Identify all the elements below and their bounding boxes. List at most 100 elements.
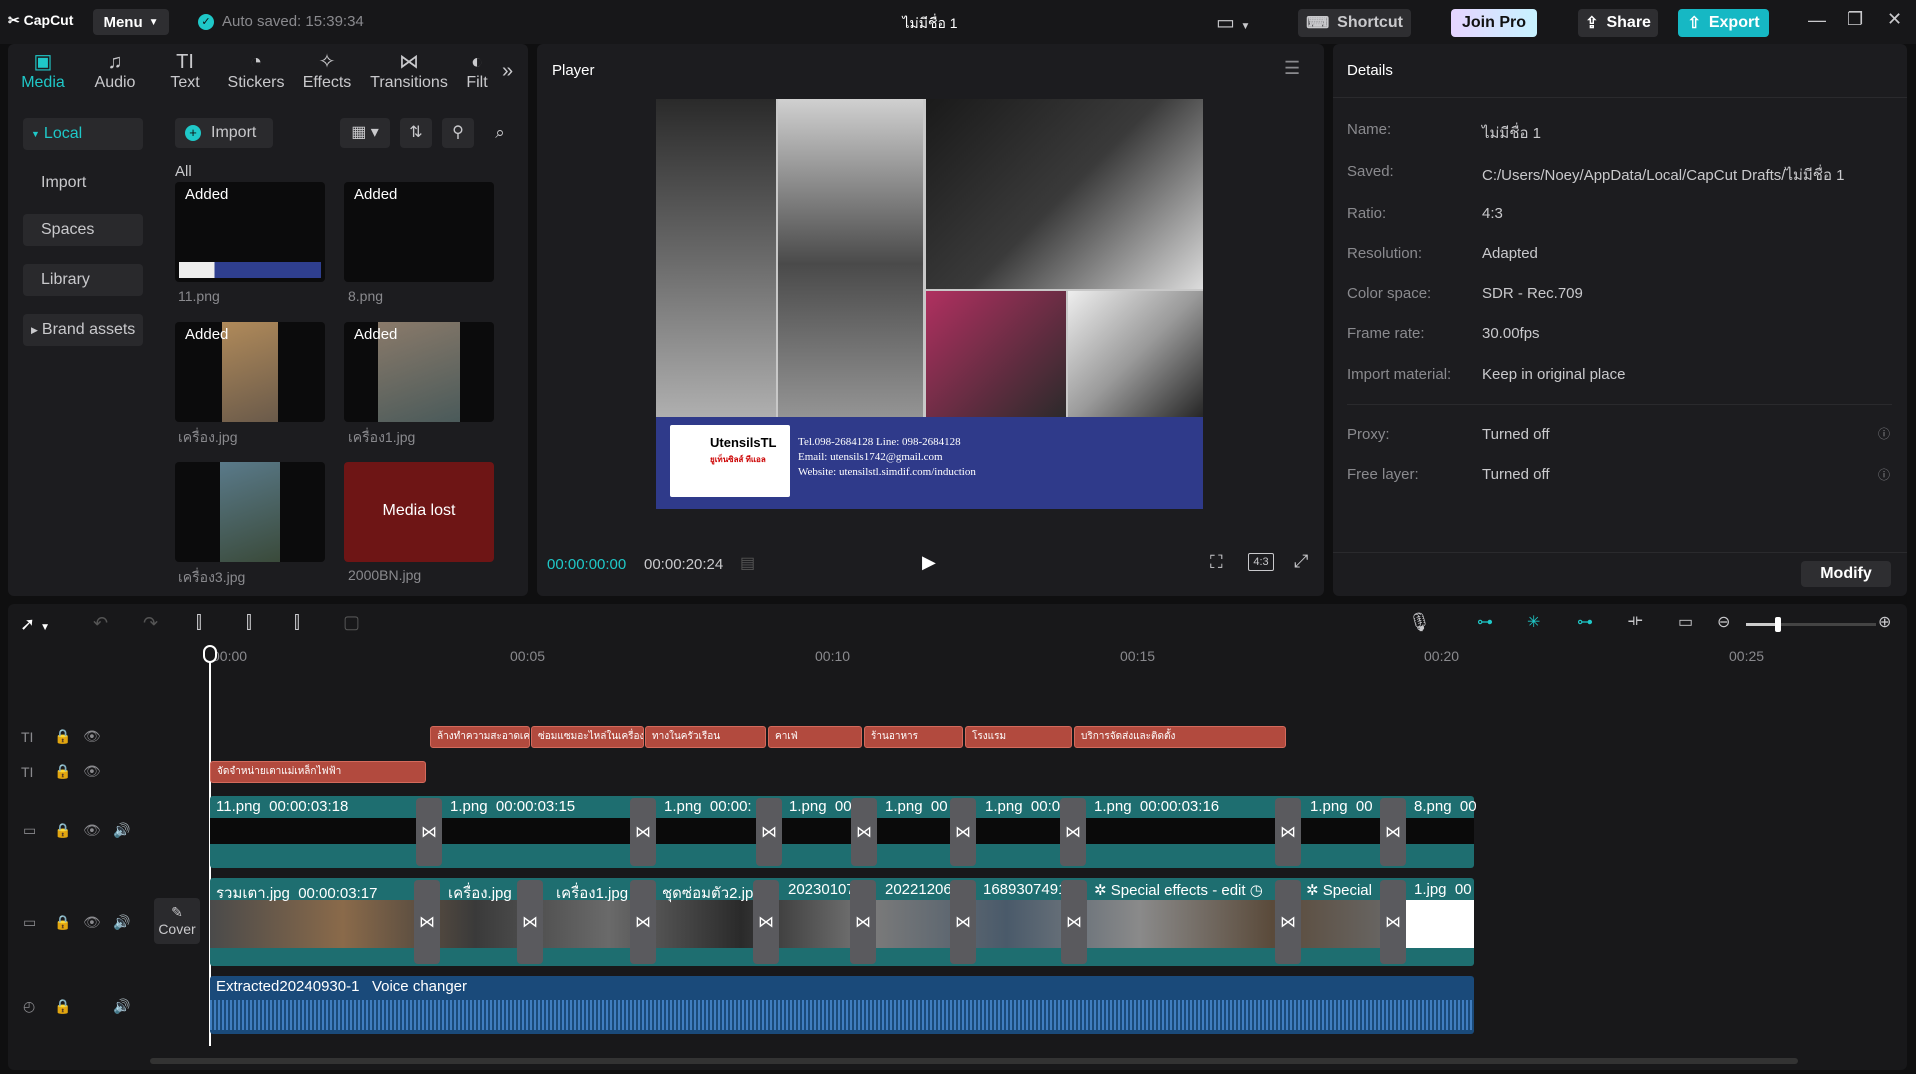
transition-icon[interactable]: ⋈	[414, 880, 440, 964]
sidebar-item-library[interactable]: Library	[23, 264, 143, 296]
cover-button[interactable]: ✎ Cover	[154, 898, 200, 944]
text-clip[interactable]: ซ่อมแซมอะไหล่ในเครื่อง	[531, 726, 644, 748]
share-button[interactable]: ⇪ Share	[1578, 9, 1658, 37]
split-right-icon[interactable]: ⫿	[294, 612, 300, 633]
proxy-info-icon[interactable]: ⓘ	[1878, 425, 1890, 442]
media-thumb[interactable]: Added	[175, 182, 325, 282]
text-clip[interactable]: ทางในครัวเรือน	[645, 726, 766, 748]
text-clip[interactable]: บริการจัดส่งและติดตั้ง	[1074, 726, 1286, 748]
undo-icon[interactable]: ↶	[93, 613, 108, 634]
text-clip[interactable]: คาเฟ่	[768, 726, 862, 748]
grid-view-icon[interactable]: ▦ ▾	[340, 118, 390, 148]
tab-media[interactable]: ▣ Media	[8, 50, 78, 96]
restore-icon[interactable]: ❐	[1847, 9, 1863, 30]
text-clip[interactable]: จัดจำหน่ายเตาแม่เหล็กไฟฟ้า	[210, 761, 426, 783]
transition-icon[interactable]: ⋈	[630, 880, 656, 964]
transition-icon[interactable]: ⋈	[517, 880, 543, 964]
select-tool-icon[interactable]: ➚ ▼	[20, 614, 50, 635]
media-thumb[interactable]: Added	[344, 322, 494, 422]
tab-filters[interactable]: ◐ Filt	[452, 50, 502, 96]
lock-icon[interactable]: 🔒	[54, 728, 71, 745]
transition-icon[interactable]: ⋈	[950, 880, 976, 964]
redo-icon[interactable]: ↷	[143, 613, 158, 634]
screenshot-icon[interactable]: ⛶	[1210, 552, 1223, 573]
lock-icon[interactable]: 🔒	[54, 763, 71, 780]
transition-icon[interactable]: ⋈	[1380, 798, 1406, 866]
sidebar-item-local[interactable]: ▼ Local	[23, 118, 143, 150]
layout-icon[interactable]: ▭ ▼	[1216, 10, 1250, 35]
sidebar-item-import[interactable]: Import	[23, 167, 143, 199]
search-icon[interactable]: ⌕	[484, 118, 516, 148]
main-track-magnet-icon[interactable]: ⊶	[1477, 612, 1493, 632]
transition-icon[interactable]: ⋈	[851, 798, 877, 866]
eye-icon[interactable]: 👁	[83, 763, 101, 780]
text-clip[interactable]: โรงแรม	[965, 726, 1072, 748]
more-tabs-icon[interactable]: »	[502, 60, 513, 83]
transition-icon[interactable]: ⋈	[950, 798, 976, 866]
eye-icon[interactable]: 👁	[83, 728, 101, 745]
split-left-icon[interactable]: ⫿	[246, 612, 252, 633]
microphone-icon[interactable]: 🎙	[1408, 612, 1431, 633]
zoom-slider-handle[interactable]	[1774, 617, 1781, 632]
preview-axis-icon[interactable]: ⟛	[1628, 612, 1643, 630]
free-layer-info-icon[interactable]: ⓘ	[1878, 466, 1890, 483]
delete-icon[interactable]: ▢	[343, 612, 360, 633]
close-icon[interactable]: ✕	[1887, 9, 1902, 30]
shortcut-button[interactable]: ⌨ Shortcut	[1298, 9, 1411, 37]
lock-icon[interactable]: 🔒	[54, 822, 71, 839]
media-thumb[interactable]	[175, 462, 325, 562]
transition-icon[interactable]: ⋈	[1275, 798, 1301, 866]
fullscreen-icon[interactable]: ⤢	[1294, 551, 1308, 572]
eye-icon[interactable]: 👁	[83, 914, 101, 931]
ratio-button[interactable]: 4:3	[1248, 553, 1274, 571]
lock-icon[interactable]: 🔒	[54, 914, 71, 931]
minimize-icon[interactable]: —	[1808, 10, 1826, 31]
zoom-out-icon[interactable]: ⊖	[1717, 612, 1730, 632]
split-icon[interactable]: ⫿	[196, 612, 202, 633]
transition-icon[interactable]: ⋈	[1275, 880, 1301, 964]
import-button[interactable]: + Import	[175, 118, 273, 148]
timeline-scrollbar[interactable]	[150, 1058, 1798, 1064]
zoom-in-icon[interactable]: ⊕	[1878, 612, 1891, 632]
sort-icon[interactable]: ⇅	[400, 118, 432, 148]
transition-icon[interactable]: ⋈	[1380, 880, 1406, 964]
media-thumb-lost[interactable]: Media lost	[344, 462, 494, 562]
text-clip[interactable]: ร้านอาหาร	[864, 726, 963, 748]
linkage-icon[interactable]: ⊶	[1577, 612, 1593, 632]
media-thumb[interactable]: Added	[175, 322, 325, 422]
export-button[interactable]: ⇧ Export	[1678, 9, 1769, 37]
sidebar-item-brand-assets[interactable]: ▶ Brand assets	[23, 314, 143, 346]
join-pro-button[interactable]: Join Pro	[1451, 9, 1537, 37]
transition-icon[interactable]: ⋈	[753, 880, 779, 964]
fit-timeline-icon[interactable]: ▭	[1678, 612, 1693, 632]
transition-icon[interactable]: ⋈	[756, 798, 782, 866]
media-thumb[interactable]: Added	[344, 182, 494, 282]
eye-icon[interactable]: 👁	[83, 822, 101, 839]
preview-canvas[interactable]: UtensilsTL ยูเท็นซิลส์ ทีแอล Tel.098-268…	[656, 99, 1203, 509]
transition-icon[interactable]: ⋈	[1061, 880, 1087, 964]
sidebar-item-spaces[interactable]: Spaces	[23, 214, 143, 246]
transition-icon[interactable]: ⋈	[416, 798, 442, 866]
transition-icon[interactable]: ⋈	[850, 880, 876, 964]
transition-icon[interactable]: ⋈	[1060, 798, 1086, 866]
playhead-handle[interactable]	[203, 645, 217, 663]
mute-icon[interactable]: 🔊	[113, 998, 130, 1015]
tab-transitions[interactable]: ⋈ Transitions	[370, 50, 448, 96]
tab-text[interactable]: TI Text	[150, 50, 220, 96]
player-menu-icon[interactable]: ☰	[1284, 58, 1300, 79]
auto-snap-icon[interactable]: ✳	[1527, 612, 1540, 632]
tab-stickers[interactable]: ◔ Stickers	[221, 50, 291, 96]
tab-effects[interactable]: ✧ Effects	[292, 50, 362, 96]
waveform-toggle-icon[interactable]: ▤	[740, 553, 755, 573]
transition-icon[interactable]: ⋈	[630, 798, 656, 866]
mute-icon[interactable]: 🔊	[113, 914, 130, 931]
play-button[interactable]: ▶	[922, 552, 936, 573]
project-title[interactable]: ไม่มีชื่อ 1	[860, 13, 1000, 35]
zoom-slider[interactable]	[1746, 617, 1876, 632]
text-clip[interactable]: ล้างทำความสะอาดเครื่อง	[430, 726, 530, 748]
mute-icon[interactable]: 🔊	[113, 822, 130, 839]
filter-icon[interactable]: ⚲	[442, 118, 474, 148]
lock-icon[interactable]: 🔒	[54, 998, 71, 1015]
menu-button[interactable]: Menu ▼	[93, 9, 169, 35]
modify-button[interactable]: Modify	[1801, 561, 1891, 587]
